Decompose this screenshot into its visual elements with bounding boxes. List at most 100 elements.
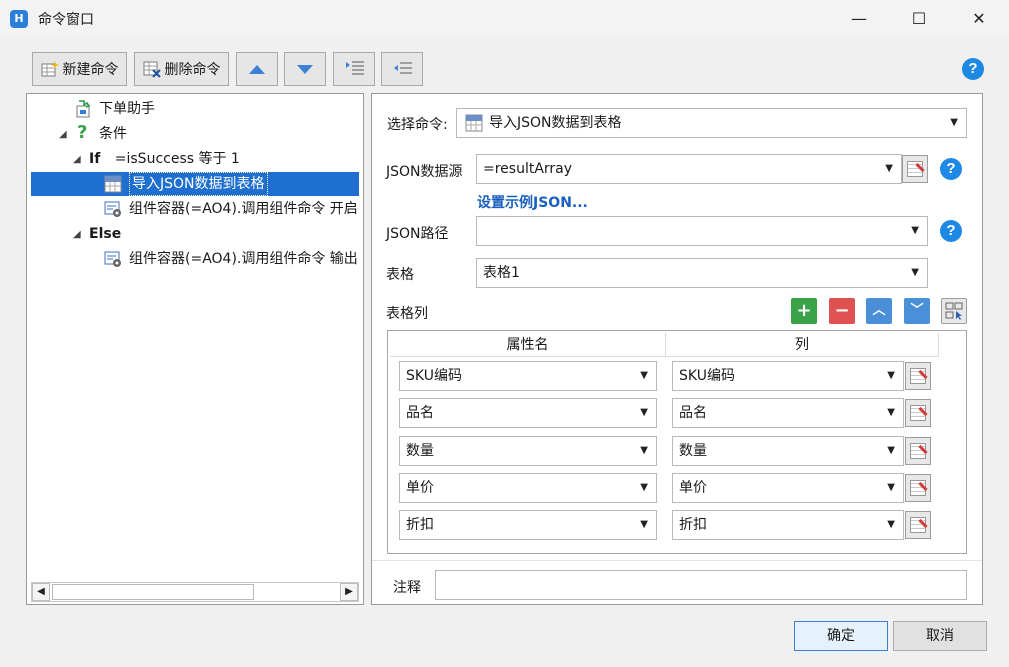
- table-label: 表格: [386, 267, 414, 283]
- help-icon[interactable]: ?: [940, 158, 962, 180]
- json-source-label: JSON数据源: [386, 164, 463, 180]
- grid-header-column: 列: [666, 333, 938, 357]
- arrow-down-icon: [297, 64, 313, 74]
- delete-command-label: 删除命令: [164, 62, 221, 78]
- select-command-dropdown[interactable]: 导入JSON数据到表格 ▼: [456, 108, 967, 138]
- property-value: 单价: [406, 480, 434, 496]
- json-path-input[interactable]: ▼: [476, 216, 928, 246]
- add-row-button[interactable]: +: [791, 298, 817, 324]
- column-value: 折扣: [679, 517, 707, 533]
- chevron-down-icon: ▼: [911, 225, 919, 236]
- tree-item-label: 组件容器(=AO4).调用组件命令 输出: [129, 251, 358, 267]
- cancel-button[interactable]: 取消: [893, 621, 987, 651]
- collapse-caret-icon[interactable]: ◢: [59, 129, 67, 140]
- tree-item-component-command-output[interactable]: 组件容器(=AO4).调用组件命令 输出: [104, 247, 361, 271]
- property-dropdown[interactable]: 数量 ▼: [399, 436, 657, 466]
- scroll-left-icon[interactable]: ◀: [32, 583, 50, 601]
- column-value: 数量: [679, 443, 707, 459]
- chevron-down-icon: ▼: [911, 267, 919, 278]
- outdent-button[interactable]: [381, 52, 423, 86]
- grid-header-property: 属性名: [390, 333, 665, 357]
- select-command-label: 选择命令:: [387, 117, 448, 133]
- formula-picker-button[interactable]: [905, 437, 931, 465]
- column-dropdown[interactable]: 数量 ▼: [672, 436, 904, 466]
- json-import-icon: [465, 114, 483, 142]
- outdent-icon: [393, 60, 412, 78]
- chevron-down-icon: ▼: [950, 117, 958, 128]
- table-columns-label: 表格列: [386, 306, 428, 322]
- help-icon[interactable]: ?: [940, 220, 962, 242]
- indent-icon: [345, 60, 364, 78]
- formula-picker-button[interactable]: [905, 362, 931, 390]
- ok-button[interactable]: 确定: [794, 621, 888, 651]
- window-title: 命令窗口: [38, 12, 94, 28]
- order-assistant-icon: [75, 100, 93, 118]
- if-condition: =isSuccess 等于 1: [114, 151, 240, 167]
- tree-item-import-json[interactable]: 导入JSON数据到表格: [31, 172, 359, 196]
- move-row-up-button[interactable]: ︿: [866, 298, 892, 324]
- property-value: 折扣: [406, 517, 434, 533]
- minimize-button[interactable]: —: [836, 6, 882, 32]
- collapse-caret-icon[interactable]: ◢: [73, 154, 81, 165]
- remove-row-button[interactable]: −: [829, 298, 855, 324]
- json-source-input[interactable]: =resultArray ▼: [476, 154, 902, 184]
- column-dropdown[interactable]: 品名 ▼: [672, 398, 904, 428]
- tree-item-component-command-open[interactable]: 组件容器(=AO4).调用组件命令 开启: [104, 197, 361, 221]
- chevron-down-icon: ▼: [885, 163, 893, 174]
- note-label: 注释: [393, 580, 421, 596]
- formula-picker-button[interactable]: [905, 474, 931, 502]
- chevron-down-icon: ▼: [640, 445, 648, 456]
- column-value: SKU编码: [679, 368, 735, 384]
- column-dropdown[interactable]: 折扣 ▼: [672, 510, 904, 540]
- move-down-button[interactable]: [284, 52, 326, 86]
- delete-command-button[interactable]: 删除命令: [134, 52, 229, 86]
- close-button[interactable]: ✕: [956, 6, 1002, 32]
- collapse-caret-icon[interactable]: ◢: [73, 229, 81, 240]
- move-up-button[interactable]: [236, 52, 278, 86]
- horizontal-scrollbar[interactable]: ◀ ▶: [31, 582, 359, 602]
- chevron-down-icon: ▼: [887, 370, 895, 381]
- move-row-down-button[interactable]: ﹀: [904, 298, 930, 324]
- column-dropdown[interactable]: 单价 ▼: [672, 473, 904, 503]
- column-value: 单价: [679, 480, 707, 496]
- json-path-label: JSON路径: [386, 226, 449, 242]
- scrollbar-thumb[interactable]: [52, 584, 254, 600]
- chevron-down-icon: ▼: [640, 370, 648, 381]
- component-command-icon: [104, 250, 122, 268]
- help-icon[interactable]: ?: [962, 58, 984, 80]
- tree-item-label: 导入JSON数据到表格: [129, 172, 268, 196]
- note-input[interactable]: [435, 570, 967, 600]
- divider: [372, 560, 982, 561]
- maximize-button[interactable]: ☐: [896, 6, 942, 32]
- tree-item-label: 组件容器(=AO4).调用组件命令 开启: [129, 201, 358, 217]
- formula-picker-button[interactable]: [905, 511, 931, 539]
- chevron-down-icon: ▼: [887, 407, 895, 418]
- new-command-icon: [41, 60, 59, 78]
- column-dropdown[interactable]: SKU编码 ▼: [672, 361, 904, 391]
- auto-columns-button[interactable]: [941, 298, 967, 324]
- property-dropdown[interactable]: 品名 ▼: [399, 398, 657, 428]
- property-value: SKU编码: [406, 368, 462, 384]
- new-command-button[interactable]: 新建命令: [32, 52, 127, 86]
- property-dropdown[interactable]: 折扣 ▼: [399, 510, 657, 540]
- else-keyword: Else: [89, 226, 122, 242]
- new-command-label: 新建命令: [62, 62, 119, 78]
- tree-item-label: 条件: [99, 126, 127, 142]
- command-tree[interactable]: 下单助手 ◢ ? 条件 ◢ If =isSuccess 等于 1 导入JSON数…: [26, 93, 364, 605]
- app-icon: H: [10, 10, 28, 28]
- scroll-right-icon[interactable]: ▶: [340, 583, 358, 601]
- json-import-icon: [104, 175, 122, 193]
- formula-picker-button[interactable]: [902, 155, 928, 183]
- formula-picker-button[interactable]: [905, 399, 931, 427]
- chevron-down-icon: ▼: [887, 519, 895, 530]
- delete-command-icon: [143, 60, 161, 78]
- component-command-icon: [104, 200, 122, 218]
- property-value: 数量: [406, 443, 434, 459]
- property-dropdown[interactable]: SKU编码 ▼: [399, 361, 657, 391]
- set-example-json-link[interactable]: 设置示例JSON...: [477, 192, 588, 212]
- property-dropdown[interactable]: 单价 ▼: [399, 473, 657, 503]
- tree-item-if[interactable]: If =isSuccess 等于 1: [89, 147, 240, 171]
- tree-item-else[interactable]: Else: [89, 222, 121, 246]
- indent-button[interactable]: [333, 52, 375, 86]
- table-dropdown[interactable]: 表格1 ▼: [476, 258, 928, 288]
